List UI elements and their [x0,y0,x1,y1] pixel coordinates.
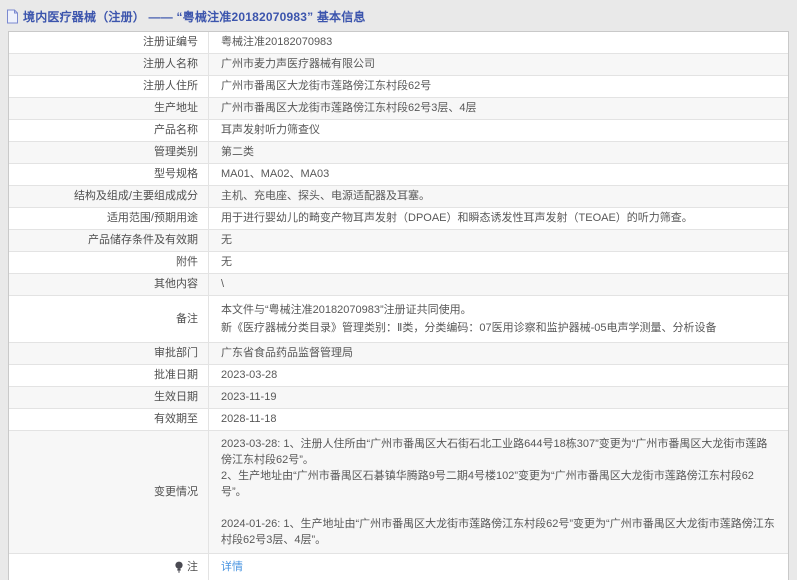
row-label: 审批部门 [9,343,209,364]
note-label: 注 [187,560,198,575]
remark-line: 新《医疗器械分类目录》管理类别：Ⅱ类，分类编码：07医用诊察和监护器械-05电声… [221,319,778,337]
row-structure-composition: 结构及组成/主要组成成分 主机、充电座、探头、电源适配器及耳塞。 [9,186,788,208]
row-value: 无 [209,252,788,273]
row-label: 生效日期 [9,387,209,408]
row-note: 注 详情 [9,554,788,580]
row-product-name: 产品名称 耳声发射听力筛查仪 [9,120,788,142]
row-attachment: 附件 无 [9,252,788,274]
row-label: 注 [9,554,209,580]
row-value: 无 [209,230,788,251]
row-remarks: 备注 本文件与“粤械注准20182070983”注册证共同使用。 新《医疗器械分… [9,296,788,343]
change-paragraph: 2024-01-26: 1、生产地址由“广州市番禺区大龙街市莲路傍江东村段62号… [221,516,778,548]
row-registrant-name: 注册人名称 广州市麦力声医疗器械有限公司 [9,54,788,76]
row-intended-use: 适用范围/预期用途 用于进行婴幼儿的畸变产物耳声发射（DPOAE）和瞬态诱发性耳… [9,208,788,230]
row-label: 附件 [9,252,209,273]
row-label: 适用范围/预期用途 [9,208,209,229]
row-registrant-address: 注册人住所 广州市番禺区大龙街市莲路傍江东村段62号 [9,76,788,98]
row-label: 产品名称 [9,120,209,141]
row-label: 有效期至 [9,409,209,430]
row-label: 批准日期 [9,365,209,386]
row-value: 广东省食品药品监督管理局 [209,343,788,364]
row-value: 第二类 [209,142,788,163]
change-paragraph: 2023-03-28: 1、注册人住所由“广州市番禺区大石街石北工业路644号1… [221,436,778,468]
remark-line: 本文件与“粤械注准20182070983”注册证共同使用。 [221,301,778,319]
row-label: 管理类别 [9,142,209,163]
change-paragraph: 2、生产地址由“广州市番禺区石碁镇华腾路9号二期4号楼102”变更为“广州市番禺… [221,468,778,500]
row-label: 其他内容 [9,274,209,295]
row-value: MA01、MA02、MA03 [209,164,788,185]
row-approval-department: 审批部门 广东省食品药品监督管理局 [9,343,788,365]
page-title: 境内医疗器械（注册） —— “粤械注准20182070983” 基本信息 [23,8,366,25]
row-value: 主机、充电座、探头、电源适配器及耳塞。 [209,186,788,207]
row-label: 型号规格 [9,164,209,185]
page: 境内医疗器械（注册） —— “粤械注准20182070983” 基本信息 注册证… [0,0,797,580]
row-value: 用于进行婴幼儿的畸变产物耳声发射（DPOAE）和瞬态诱发性耳声发射（TEOAE）… [209,208,788,229]
row-value: 2028-11-18 [209,409,788,430]
row-expiry-date: 有效期至 2028-11-18 [9,409,788,431]
row-value: 2023-03-28: 1、注册人住所由“广州市番禺区大石街石北工业路644号1… [209,431,788,553]
row-value: 2023-11-19 [209,387,788,408]
row-storage-validity: 产品储存条件及有效期 无 [9,230,788,252]
row-label: 注册人住所 [9,76,209,97]
row-value: 耳声发射听力筛查仪 [209,120,788,141]
row-value: 广州市番禺区大龙街市莲路傍江东村段62号 [209,76,788,97]
row-model-spec: 型号规格 MA01、MA02、MA03 [9,164,788,186]
row-management-class: 管理类别 第二类 [9,142,788,164]
row-value: \ [209,274,788,295]
row-value: 本文件与“粤械注准20182070983”注册证共同使用。 新《医疗器械分类目录… [209,296,788,342]
row-value: 粤械注准20182070983 [209,32,788,53]
row-value: 广州市番禺区大龙街市莲路傍江东村段62号3层、4层 [209,98,788,119]
info-table: 注册证编号 粤械注准20182070983 注册人名称 广州市麦力声医疗器械有限… [8,31,789,580]
row-other-content: 其他内容 \ [9,274,788,296]
row-approval-date: 批准日期 2023-03-28 [9,365,788,387]
row-label: 产品储存条件及有效期 [9,230,209,251]
row-label: 备注 [9,296,209,342]
row-label: 变更情况 [9,431,209,553]
document-icon [6,9,19,24]
row-change-history: 变更情况 2023-03-28: 1、注册人住所由“广州市番禺区大石街石北工业路… [9,431,788,554]
row-label: 注册人名称 [9,54,209,75]
details-link[interactable]: 详情 [221,560,243,575]
row-value: 广州市麦力声医疗器械有限公司 [209,54,788,75]
row-label: 生产地址 [9,98,209,119]
row-value: 详情 [209,554,788,580]
page-header: 境内医疗器械（注册） —— “粤械注准20182070983” 基本信息 [0,0,797,31]
row-effective-date: 生效日期 2023-11-19 [9,387,788,409]
row-registration-number: 注册证编号 粤械注准20182070983 [9,32,788,54]
row-production-address: 生产地址 广州市番禺区大龙街市莲路傍江东村段62号3层、4层 [9,98,788,120]
bulb-icon [174,561,184,574]
row-label: 结构及组成/主要组成成分 [9,186,209,207]
row-value: 2023-03-28 [209,365,788,386]
row-label: 注册证编号 [9,32,209,53]
